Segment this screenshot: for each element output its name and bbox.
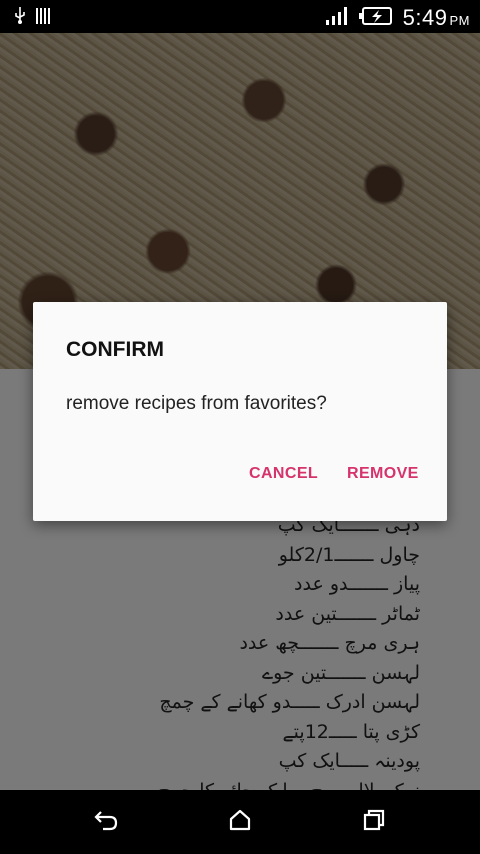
recipe-ingredients: دہی ـــــــایک کپ چاول ـــــــ2/1کلو پیا… — [20, 511, 420, 790]
ingredient-line: کڑی پتا ـــــ12پتے — [282, 720, 420, 743]
ingredient-line: ہری مرچ ـــــــچھ عدد — [239, 632, 420, 654]
recents-button[interactable] — [354, 806, 394, 838]
ingredient-line: پودینہ ـــــایک کپ — [278, 750, 420, 772]
navigation-bar — [0, 790, 480, 854]
notification-bars-icon — [36, 7, 50, 29]
ingredient-line: لہسن ـــــــتین جوے — [261, 661, 420, 684]
cancel-button[interactable]: CANCEL — [249, 465, 318, 483]
status-bar: 5:49 PM — [0, 0, 480, 33]
ingredient-line: ٹماٹر ـــــــتین عدد — [275, 602, 420, 625]
signal-icon — [325, 6, 349, 30]
battery-charging-icon — [358, 6, 393, 30]
dialog-message: remove recipes from favorites? — [66, 393, 327, 414]
back-button[interactable] — [86, 806, 126, 838]
status-right-icons: 5:49 PM — [325, 5, 470, 31]
remove-button[interactable]: REMOVE — [347, 465, 419, 483]
ingredient-line: پیاز ـــــــدو عدد — [294, 573, 420, 595]
status-time-text: 5:49 — [402, 5, 448, 30]
status-ampm: PM — [449, 13, 470, 28]
recents-icon — [362, 808, 386, 836]
ingredient-line: لہسن ادرک ـــــدو کھانے کے چمچ — [159, 691, 420, 713]
ingredient-line: چاول ـــــــ2/1کلو — [278, 543, 420, 566]
home-icon — [228, 808, 252, 836]
home-button[interactable] — [220, 806, 260, 838]
ingredient-line: نمک ،لال مرچ ـــایک چائے کا چمچ — [20, 777, 420, 791]
back-icon — [93, 809, 119, 835]
dialog-title: CONFIRM — [66, 338, 164, 361]
status-left-icons — [14, 7, 50, 29]
confirm-dialog: CONFIRM remove recipes from favorites? C… — [33, 302, 447, 521]
status-time: 5:49 PM — [403, 5, 470, 31]
usb-icon — [14, 7, 26, 29]
